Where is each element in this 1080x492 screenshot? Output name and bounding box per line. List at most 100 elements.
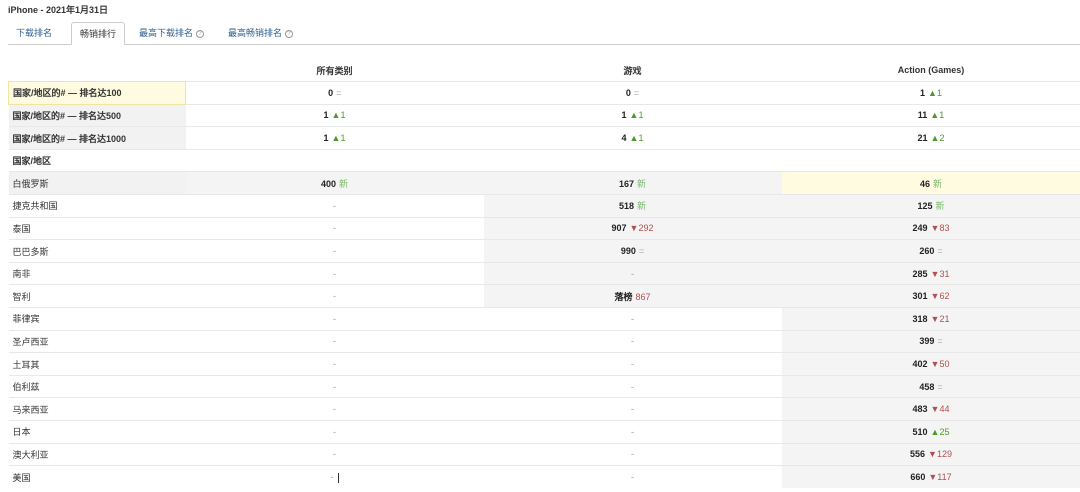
section-label: 国家/地区 xyxy=(8,148,186,172)
rank-change: ▼50 xyxy=(930,359,950,370)
country-label[interactable]: 日本 xyxy=(8,420,186,444)
table-header-row: 所有类别 游戏 Action (Games) xyxy=(9,59,1080,82)
page-title: iPhone - 2021年1月31日 xyxy=(8,5,109,15)
rank-cell: - xyxy=(185,261,484,285)
tab-label: 畅销排行 xyxy=(80,29,117,39)
country-label[interactable]: 圣卢西亚 xyxy=(8,329,186,353)
rank-value: 483 xyxy=(912,404,928,415)
country-label[interactable]: 巴巴多斯 xyxy=(8,239,186,263)
rank-change: ▲1 xyxy=(928,87,942,98)
rank-cell: - xyxy=(483,442,782,466)
rank-cell: 483 ▼44 xyxy=(781,397,1080,421)
rank-value: 1 xyxy=(621,110,627,121)
table-row: 智利 - 落榜 867 301 ▼62 xyxy=(8,284,1080,308)
rank-cell: - xyxy=(185,397,484,421)
rank-change: ▼21 xyxy=(930,313,950,324)
tab-top-downloads-rank[interactable]: 最高下载排名? xyxy=(131,22,212,45)
country-label[interactable]: 菲律宾 xyxy=(8,307,186,331)
country-label[interactable]: 智利 xyxy=(8,284,186,308)
help-icon[interactable]: ? xyxy=(196,29,205,38)
rank-cell: - xyxy=(185,465,484,489)
rank-change: ▲2 xyxy=(930,133,945,144)
rank-change: 新 xyxy=(933,178,943,189)
rank-value: 落榜 xyxy=(614,291,633,302)
rank-change: ▼31 xyxy=(930,268,950,279)
rank-cell: - xyxy=(185,374,484,398)
rank-change: = xyxy=(937,381,943,392)
summary-label[interactable]: 国家/地区的# — 排名达100 xyxy=(8,81,186,105)
country-label[interactable]: 土耳其 xyxy=(8,352,186,376)
tab-top-grossing-rank[interactable]: 最高畅销排名? xyxy=(220,22,301,45)
rank-change: 新 xyxy=(935,201,945,212)
table-row: 澳大利亚 - - 556 ▼129 xyxy=(8,442,1080,466)
rank-value: 4 xyxy=(621,133,627,144)
rank-cell: 301 ▼62 xyxy=(781,284,1080,308)
country-label[interactable]: 南非 xyxy=(8,261,186,285)
table-row: 日本 - - 510 ▲25 xyxy=(8,420,1080,444)
rank-cell: 400 新 xyxy=(185,171,484,195)
country-rows: 白俄罗斯 400 新 167 新 46 新捷克共和国 -518 新 125 新泰国 -907 ▼292 2… xyxy=(8,171,1080,489)
rank-cell: 260 = xyxy=(781,239,1080,263)
empty-value: - xyxy=(631,381,634,392)
rank-cell: 990 = xyxy=(483,239,782,263)
empty-value: - xyxy=(631,426,634,437)
rank-cell: 4 ▲1 xyxy=(483,126,782,150)
empty-value: - xyxy=(631,359,634,370)
rank-cell: - xyxy=(185,442,484,466)
empty-value: - xyxy=(333,381,336,392)
rank-change: ▲1 xyxy=(629,110,644,121)
rank-cell: - xyxy=(483,329,782,353)
empty-value: - xyxy=(333,426,336,437)
table-row: 马来西亚 - - 483 ▼44 xyxy=(8,397,1080,421)
section-row: 国家/地区 xyxy=(8,148,1080,172)
summary-row: 国家/地区的# — 排名达500 1 ▲1 1 ▲1 11 ▲1 xyxy=(8,103,1080,127)
rank-cell: - xyxy=(483,420,782,444)
empty-value: - xyxy=(333,291,336,302)
country-label[interactable]: 马来西亚 xyxy=(8,397,186,421)
table-row: 泰国 -907 ▼292 249 ▼83 xyxy=(8,216,1080,240)
country-label[interactable]: 美国 xyxy=(8,465,186,489)
summary-label[interactable]: 国家/地区的# — 排名达500 xyxy=(8,103,186,127)
rank-change: ▲1 xyxy=(331,133,346,144)
empty-value: - xyxy=(333,268,336,279)
rank-cell: 1 ▲1 xyxy=(185,126,484,150)
rank-value: 990 xyxy=(620,246,636,257)
help-icon[interactable]: ? xyxy=(285,29,294,38)
rank-cell: - xyxy=(185,329,484,353)
rank-value: 907 xyxy=(611,223,627,234)
table-row: 白俄罗斯 400 新 167 新 46 新 xyxy=(8,171,1080,195)
table-row: 菲律宾 - - 318 ▼21 xyxy=(8,307,1080,331)
rank-value: 518 xyxy=(618,201,634,212)
rank-change: = xyxy=(633,87,640,98)
table-row: 圣卢西亚 - - 399 = xyxy=(8,329,1080,353)
summary-label[interactable]: 国家/地区的# — 排名达1000 xyxy=(8,126,186,150)
empty-value: - xyxy=(333,336,336,347)
rank-cell: 399 = xyxy=(781,329,1080,353)
country-label[interactable]: 澳大利亚 xyxy=(8,442,186,466)
rank-cell: 21 ▲2 xyxy=(781,126,1080,150)
tab-downloads-rank[interactable]: 下载排名 xyxy=(8,22,60,45)
rank-cell: 318 ▼21 xyxy=(781,307,1080,331)
rank-cell: 285 ▼31 xyxy=(781,261,1080,285)
rank-change: 新 xyxy=(637,178,647,189)
rank-cell: - xyxy=(185,239,484,263)
empty-value: - xyxy=(631,313,634,324)
rank-cell: 556 ▼129 xyxy=(781,442,1080,466)
rank-cell: - xyxy=(483,397,782,421)
rank-cell: 125 新 xyxy=(781,194,1080,218)
text-cursor xyxy=(337,472,339,483)
country-label[interactable]: 白俄罗斯 xyxy=(8,171,186,195)
country-label[interactable]: 伯利兹 xyxy=(8,374,186,398)
rank-cell: - xyxy=(483,465,782,489)
rank-value: 399 xyxy=(919,336,935,347)
rank-cell: - xyxy=(185,352,484,376)
table-row: 南非 - - 285 ▼31 xyxy=(8,261,1080,285)
rank-cell: 0 = xyxy=(185,81,484,105)
table-row: 土耳其 - - 402 ▼50 xyxy=(8,352,1080,376)
rank-change: ▼117 xyxy=(928,472,952,483)
country-label[interactable]: 捷克共和国 xyxy=(8,194,186,218)
country-label[interactable]: 泰国 xyxy=(8,216,186,240)
column-header: 所有类别 xyxy=(316,65,353,76)
rank-change: = xyxy=(937,246,943,257)
tab-grossing-rank[interactable]: 畅销排行 xyxy=(71,22,126,45)
